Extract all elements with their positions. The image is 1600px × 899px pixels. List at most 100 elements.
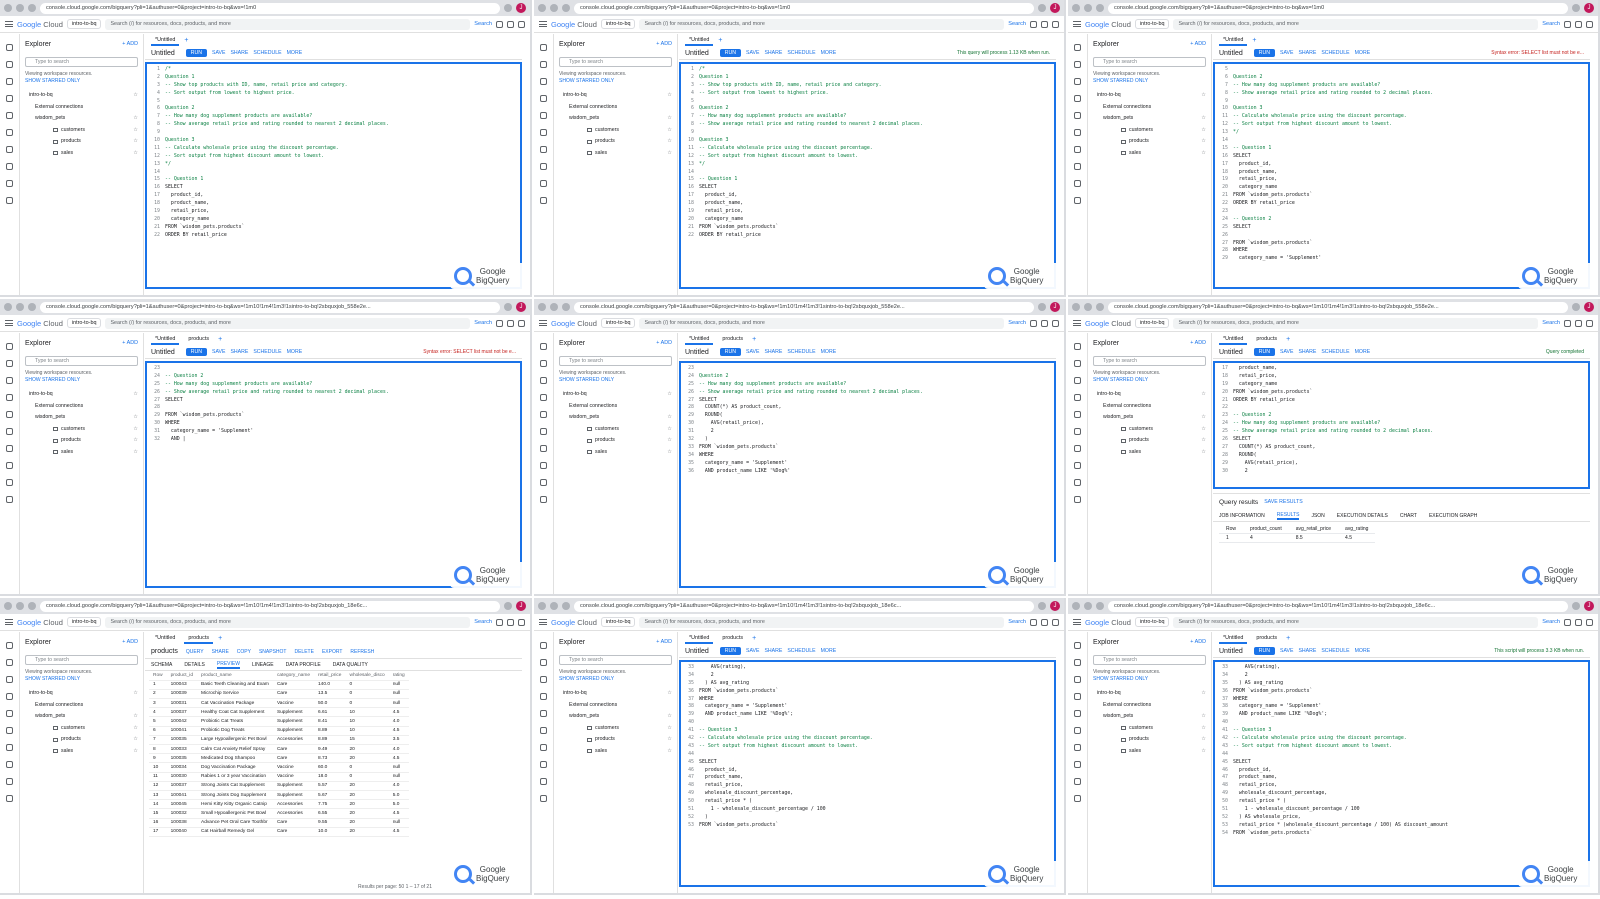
show-starred-link[interactable]: SHOW STARRED ONLY [25, 377, 80, 383]
explorer-search-input[interactable]: Type to search [559, 655, 672, 665]
help-icon[interactable] [518, 20, 525, 28]
tree-item[interactable]: products ☆ [1093, 136, 1206, 148]
notifications-icon[interactable] [507, 319, 514, 327]
table-action-button[interactable]: SNAPSHOT [259, 649, 287, 655]
show-starred-link[interactable]: SHOW STARRED ONLY [1093, 676, 1148, 682]
star-icon[interactable]: ☆ [1201, 734, 1206, 746]
lock-icon[interactable] [6, 180, 13, 187]
tree-item[interactable]: sales ☆ [559, 447, 672, 459]
chart-icon[interactable] [1074, 462, 1081, 469]
star-icon[interactable]: ☆ [1201, 447, 1206, 459]
project-selector[interactable]: intro-to-bq [600, 19, 636, 29]
star-icon[interactable]: ☆ [133, 447, 138, 459]
tree-item[interactable]: sales ☆ [559, 746, 672, 758]
star-icon[interactable]: ☆ [133, 148, 138, 160]
tab-untitled[interactable]: *Untitled [1219, 335, 1248, 345]
table-action-button[interactable]: REFRESH [350, 649, 374, 655]
tree-item[interactable]: sales ☆ [25, 746, 138, 758]
hamburger-menu-icon[interactable] [539, 320, 547, 326]
lock-icon[interactable] [1074, 778, 1081, 785]
address-bar[interactable]: console.cloud.google.com/bigquery?pli=1&… [574, 600, 1034, 612]
address-bar[interactable]: console.cloud.google.com/bigquery?pli=1&… [1108, 600, 1568, 612]
tab-untitled[interactable]: *Untitled [685, 36, 714, 46]
project-selector[interactable]: intro-to-bq [1134, 19, 1170, 29]
tab-untitled[interactable]: *Untitled [151, 36, 180, 46]
tree-item[interactable]: intro-to-bq ☆ [25, 90, 138, 102]
show-starred-link[interactable]: SHOW STARRED ONLY [559, 676, 614, 682]
tab-products[interactable]: products [184, 335, 213, 345]
settings-icon[interactable] [540, 428, 547, 435]
schedule-button[interactable]: SCHEDULE [787, 50, 815, 56]
console-search-button[interactable]: Search [1542, 320, 1560, 326]
google-cloud-logo[interactable]: Google Cloud [1085, 618, 1131, 627]
table-tab[interactable]: PREVIEW [216, 661, 240, 669]
explorer-search-input[interactable]: Type to search [1093, 57, 1206, 67]
layout-icon[interactable] [6, 197, 13, 204]
settings-icon[interactable] [6, 129, 13, 136]
address-bar[interactable]: console.cloud.google.com/bigquery?pli=1&… [40, 301, 500, 313]
console-search-input[interactable]: Search (/) for resources, docs, products… [1173, 616, 1539, 628]
new-tab-icon[interactable]: + [184, 37, 188, 44]
new-tab-icon[interactable]: + [752, 336, 756, 343]
tree-item[interactable]: wisdom_pets ☆ [25, 113, 138, 125]
star-icon[interactable]: ☆ [1201, 435, 1206, 447]
address-bar[interactable]: console.cloud.google.com/bigquery?pli=1&… [1108, 2, 1568, 14]
tree-item[interactable]: wisdom_pets ☆ [1093, 412, 1206, 424]
show-starred-link[interactable]: SHOW STARRED ONLY [559, 78, 614, 84]
pipeline-icon[interactable] [6, 710, 13, 717]
google-cloud-logo[interactable]: Google Cloud [17, 319, 63, 328]
explorer-search-input[interactable]: Type to search [559, 57, 672, 67]
tab-untitled[interactable]: *Untitled [151, 335, 180, 345]
tree-item[interactable]: External connections [1093, 700, 1206, 712]
address-bar[interactable]: console.cloud.google.com/bigquery?pli=1&… [40, 600, 500, 612]
more-button[interactable]: MORE [1355, 50, 1371, 56]
layout-icon[interactable] [6, 795, 13, 802]
chart-icon[interactable] [540, 462, 547, 469]
sql-editor[interactable]: 1 /* 2 Question 1 3 -- Show top products with… [145, 62, 522, 289]
results-tab[interactable]: EXECUTION DETAILS [1337, 513, 1388, 519]
run-button[interactable]: RUN [1253, 49, 1275, 57]
tree-item[interactable]: intro-to-bq ☆ [1093, 688, 1206, 700]
history-icon[interactable] [6, 78, 13, 85]
extensions-icon[interactable] [504, 4, 512, 12]
sql-editor[interactable]: 23 24 Question 2 25 -- How many dog suppleme… [679, 361, 1056, 588]
new-tab-icon[interactable]: + [1286, 635, 1290, 642]
forward-icon[interactable] [550, 303, 558, 311]
layout-icon[interactable] [6, 496, 13, 503]
help-icon[interactable] [1586, 319, 1593, 327]
tree-item[interactable]: intro-to-bq ☆ [25, 389, 138, 401]
console-search-button[interactable]: Search [474, 619, 492, 625]
save-results-button[interactable]: SAVE RESULTS [1473, 893, 1510, 895]
gift-icon[interactable] [496, 20, 503, 28]
hamburger-menu-icon[interactable] [539, 21, 547, 27]
settings-icon[interactable] [540, 129, 547, 136]
new-tab-icon[interactable]: + [218, 336, 222, 343]
project-selector[interactable]: intro-to-bq [66, 19, 102, 29]
run-button[interactable]: RUN [185, 49, 207, 57]
star-icon[interactable]: ☆ [1201, 746, 1206, 758]
notifications-icon[interactable] [1575, 319, 1582, 327]
console-search-input[interactable]: Search (/) for resources, docs, products… [1173, 317, 1539, 329]
lock-icon[interactable] [540, 479, 547, 486]
google-cloud-logo[interactable]: Google Cloud [17, 618, 63, 627]
layout-icon[interactable] [540, 496, 547, 503]
star-icon[interactable]: ☆ [667, 746, 672, 758]
share-icon[interactable] [6, 95, 13, 102]
share-button[interactable]: SHARE [1298, 648, 1316, 654]
more-button[interactable]: MORE [821, 349, 837, 355]
share-button[interactable]: SHARE [764, 648, 782, 654]
settings-icon[interactable] [1074, 428, 1081, 435]
sql-editor[interactable]: 5 6 Question 2 7 -- How many dog supplement … [1213, 62, 1590, 289]
lock-icon[interactable] [6, 479, 13, 486]
settings-icon[interactable] [1074, 129, 1081, 136]
avatar[interactable]: J [1050, 302, 1060, 312]
console-search-input[interactable]: Search (/) for resources, docs, products… [639, 616, 1005, 628]
lock-icon[interactable] [540, 180, 547, 187]
notifications-icon[interactable] [507, 618, 514, 626]
save-button[interactable]: SAVE [746, 349, 759, 355]
tree-item[interactable]: External connections [25, 700, 138, 712]
extensions-icon[interactable] [1572, 303, 1580, 311]
notifications-icon[interactable] [1041, 319, 1048, 327]
tree-item[interactable]: customers ☆ [1093, 125, 1206, 137]
tab-untitled[interactable]: *Untitled [1219, 36, 1248, 46]
